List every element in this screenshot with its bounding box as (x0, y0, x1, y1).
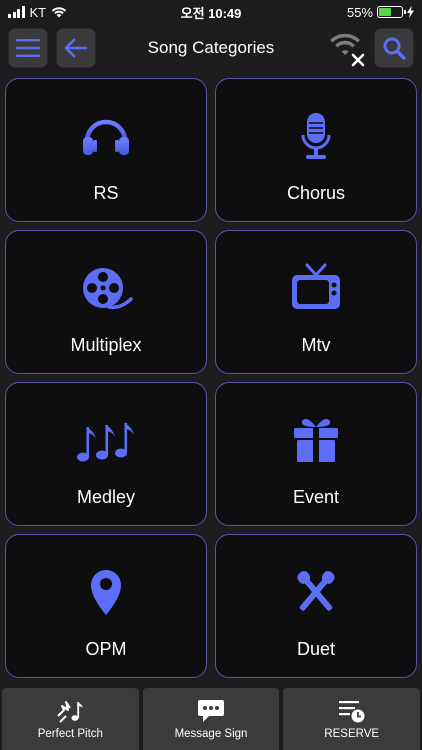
battery-icon (377, 6, 406, 18)
hamburger-menu-icon (16, 39, 40, 57)
bottom-label: RESERVE (324, 728, 380, 740)
category-label: Event (292, 487, 340, 507)
message-sign-button[interactable]: Message Sign (142, 688, 280, 750)
cellular-signal-icon (8, 6, 25, 18)
search-icon (383, 37, 406, 60)
music-notes-icon (77, 423, 134, 462)
gift-icon (294, 419, 338, 462)
status-bar: KT 오전 10:49 55% (0, 0, 422, 24)
bottom-toolbar: Perfect Pitch Message Sign RESERVE (0, 686, 422, 750)
wifi-status[interactable] (328, 30, 368, 68)
category-tile-opm[interactable]: OPM (5, 534, 207, 678)
nav-bar: Song Categories (0, 26, 422, 72)
category-label: OPM (85, 639, 127, 659)
carrier-name: KT (29, 4, 47, 20)
tv-icon (292, 263, 340, 309)
headphones-icon (83, 119, 129, 155)
message-bubble-icon (198, 700, 224, 722)
battery-fill (379, 8, 392, 16)
reserve-button[interactable]: RESERVE (283, 688, 421, 750)
category-label: Medley (76, 487, 136, 507)
battery-percent: 55% (346, 4, 373, 20)
charging-bolt-icon (407, 6, 414, 18)
category-tile-mtv[interactable]: Mtv (215, 230, 417, 374)
category-label: RS (93, 183, 119, 203)
perfect-pitch-button[interactable]: Perfect Pitch (2, 688, 139, 750)
wifi-off-icon (330, 33, 365, 67)
category-tile-chorus[interactable]: Chorus (215, 78, 417, 222)
film-reel-icon (83, 268, 133, 310)
status-right: 55% (347, 5, 414, 20)
category-label: Duet (296, 639, 336, 659)
bottom-label: Perfect Pitch (37, 728, 103, 740)
category-tile-multiplex[interactable]: Multiplex (5, 230, 207, 374)
reserve-list-icon (338, 701, 365, 723)
wifi-icon (51, 7, 67, 18)
crossed-microphones-icon (297, 571, 335, 611)
category-label: Mtv (301, 335, 331, 355)
search-button[interactable] (374, 28, 414, 68)
microphone-icon (301, 113, 331, 159)
back-arrow-icon (64, 38, 88, 58)
category-tile-rs[interactable]: RS (5, 78, 207, 222)
category-tile-duet[interactable]: Duet (215, 534, 417, 678)
category-label: Chorus (286, 183, 346, 203)
category-grid: RS Chorus Multiplex Mtv Medley Event OPM… (5, 78, 417, 678)
perfect-pitch-icon (57, 701, 84, 723)
menu-button[interactable] (8, 28, 48, 68)
category-tile-medley[interactable]: Medley (5, 382, 207, 526)
category-tile-event[interactable]: Event (215, 382, 417, 526)
map-pin-icon (91, 570, 121, 615)
bottom-label: Message Sign (174, 728, 248, 740)
status-left: KT (8, 5, 67, 20)
category-label: Multiplex (70, 335, 142, 355)
back-button[interactable] (56, 28, 96, 68)
